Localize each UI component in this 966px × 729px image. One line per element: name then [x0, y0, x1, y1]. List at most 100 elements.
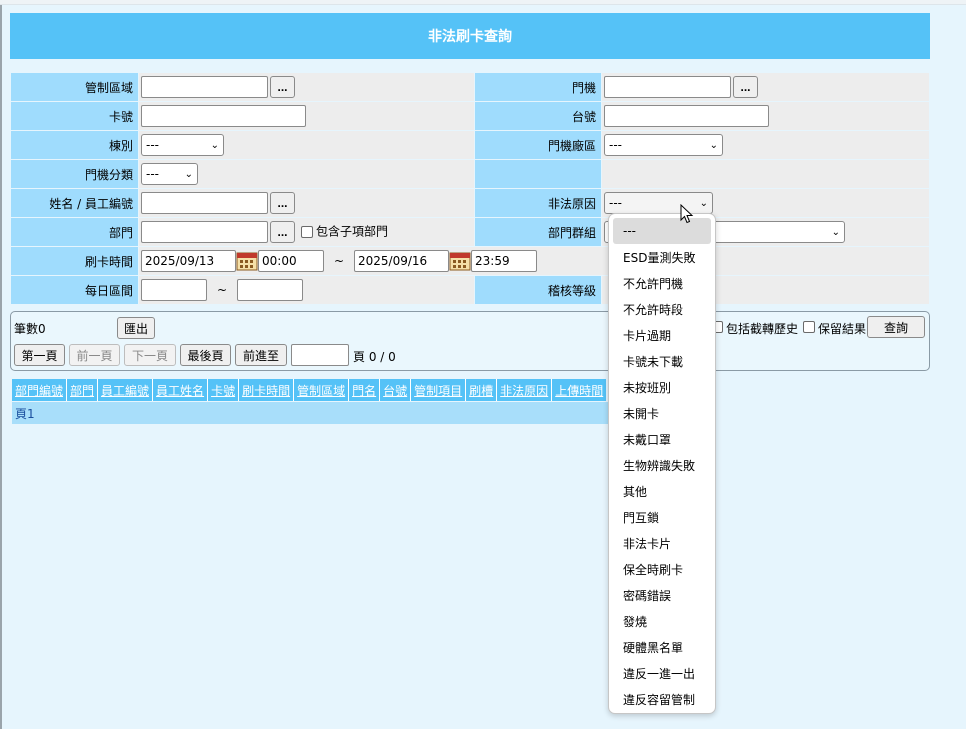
- door-input[interactable]: [604, 76, 731, 98]
- control-area-input[interactable]: [141, 76, 268, 98]
- dropdown-option[interactable]: 保全時刷卡: [613, 556, 711, 582]
- card-no-label: 卡號: [11, 102, 138, 130]
- column-header[interactable]: 非法原因: [497, 379, 552, 401]
- page-info: 頁 0 / 0: [353, 350, 396, 364]
- first-page-button[interactable]: 第一頁: [14, 344, 65, 366]
- reader-no-cell: [602, 102, 929, 130]
- building-select-value: ---: [146, 138, 159, 152]
- swipe-time-label: 刷卡時間: [11, 247, 138, 275]
- dropdown-option[interactable]: 不允許門機: [613, 270, 711, 296]
- name-label: 姓名 / 員工編號: [11, 189, 138, 217]
- include-history-label: 包括截轉歷史: [726, 322, 799, 336]
- dropdown-option[interactable]: 不允許時段: [613, 296, 711, 322]
- column-header[interactable]: 台號: [380, 379, 411, 401]
- dropdown-option[interactable]: 發燒: [613, 608, 711, 634]
- record-count: 筆數0: [14, 322, 46, 336]
- toolbar-panel: 筆數0 匯出 第一頁 前一頁 下一頁 最後頁 前進至 頁 0 / 0 包括截轉歷…: [10, 311, 930, 371]
- column-header[interactable]: 門名: [349, 379, 380, 401]
- page-title: 非法刷卡查詢: [10, 13, 930, 59]
- dropdown-option[interactable]: 卡片過期: [613, 322, 711, 348]
- daily-range-start-input[interactable]: [141, 279, 207, 301]
- range-separator: ~: [216, 283, 228, 297]
- dropdown-option[interactable]: 其他: [613, 478, 711, 504]
- dropdown-option[interactable]: 硬體黑名單: [613, 634, 711, 660]
- query-form: 管制區域 ... 門機 ... 卡號 台號 棟別 --- ⌄ 門機廠區 --- ⌄ …: [10, 72, 930, 305]
- column-header[interactable]: 管制項目: [411, 379, 466, 401]
- door-category-cell: --- ⌄: [139, 160, 474, 188]
- calendar-icon[interactable]: [236, 251, 258, 271]
- end-date-input[interactable]: [354, 250, 449, 272]
- column-header[interactable]: 刷卡時間: [239, 379, 294, 401]
- column-header[interactable]: 部門編號: [12, 379, 67, 401]
- keep-result-label: 保留結果: [818, 322, 867, 336]
- dropdown-option[interactable]: 非法卡片: [613, 530, 711, 556]
- door-area-select-value: ---: [609, 138, 622, 152]
- dropdown-option[interactable]: 未戴口罩: [613, 426, 711, 452]
- dept-label: 部門: [11, 218, 138, 246]
- dropdown-option[interactable]: 違反容留管制: [613, 686, 711, 712]
- range-separator: ~: [333, 254, 345, 268]
- include-sub-dept-checkbox[interactable]: [301, 226, 313, 238]
- reader-no-input[interactable]: [604, 105, 769, 127]
- calendar-icon[interactable]: [449, 251, 471, 271]
- prev-page-button[interactable]: 前一頁: [69, 344, 120, 366]
- empty-cell: [602, 160, 929, 188]
- dropdown-option[interactable]: ESD量測失敗: [613, 244, 711, 270]
- door-picker-button[interactable]: ...: [733, 76, 758, 98]
- grid-page-link[interactable]: 頁1: [15, 405, 35, 422]
- building-select[interactable]: --- ⌄: [141, 134, 224, 156]
- control-area-picker-button[interactable]: ...: [270, 76, 295, 98]
- control-area-cell: ...: [139, 73, 474, 101]
- illegal-reason-label: 非法原因: [475, 189, 601, 217]
- dropdown-option[interactable]: 未按班別: [613, 374, 711, 400]
- next-page-button[interactable]: 下一頁: [124, 344, 176, 366]
- dropdown-option[interactable]: 門互鎖: [613, 504, 711, 530]
- empty-label: [475, 160, 601, 188]
- column-header[interactable]: 員工姓名: [153, 379, 208, 401]
- query-button[interactable]: 查詢: [867, 316, 925, 338]
- daily-range-end-input[interactable]: [237, 279, 303, 301]
- chevron-down-icon: ⌄: [709, 139, 718, 151]
- chevron-down-icon: ⌄: [831, 226, 840, 238]
- column-header[interactable]: 部門: [67, 379, 98, 401]
- daily-range-label: 每日區間: [11, 276, 138, 304]
- keep-result-checkbox[interactable]: [803, 321, 815, 333]
- goto-page-button[interactable]: 前進至: [235, 344, 287, 366]
- swipe-time-cell: ~: [139, 247, 929, 275]
- export-button[interactable]: 匯出: [117, 317, 155, 339]
- end-time-input[interactable]: [471, 250, 537, 272]
- chevron-down-icon: ⌄: [184, 168, 193, 180]
- dropdown-option[interactable]: 違反一進一出: [613, 660, 711, 686]
- goto-page-input[interactable]: [291, 344, 349, 366]
- card-no-input[interactable]: [141, 105, 306, 127]
- door-category-label: 門機分類: [11, 160, 138, 188]
- dept-input[interactable]: [141, 221, 268, 243]
- dropdown-option[interactable]: 生物辨識失敗: [613, 452, 711, 478]
- column-header[interactable]: 卡號: [208, 379, 239, 401]
- dropdown-option[interactable]: ---: [613, 218, 711, 244]
- mouse-cursor-icon: [680, 204, 694, 224]
- column-header[interactable]: 員工編號: [98, 379, 153, 401]
- chevron-down-icon: ⌄: [699, 197, 708, 209]
- column-header[interactable]: 管制區域: [294, 379, 349, 401]
- daily-range-cell: ~: [139, 276, 474, 304]
- illegal-reason-select[interactable]: --- ⌄: [604, 192, 713, 214]
- results-grid-pager: 頁1: [12, 402, 612, 424]
- dept-picker-button[interactable]: ...: [270, 221, 295, 243]
- audit-level-label: 稽核等級: [475, 276, 601, 304]
- name-input[interactable]: [141, 192, 268, 214]
- reader-no-label: 台號: [475, 102, 601, 130]
- last-page-button[interactable]: 最後頁: [180, 344, 231, 366]
- name-picker-button[interactable]: ...: [270, 192, 295, 214]
- dropdown-option[interactable]: 未開卡: [613, 400, 711, 426]
- start-time-input[interactable]: [258, 250, 324, 272]
- control-area-label: 管制區域: [11, 73, 138, 101]
- dept-group-label: 部門群組: [475, 218, 601, 246]
- column-header[interactable]: 上傳時間: [552, 379, 607, 401]
- dropdown-option[interactable]: 密碼錯誤: [613, 582, 711, 608]
- column-header[interactable]: 刷槽: [466, 379, 497, 401]
- door-area-select[interactable]: --- ⌄: [604, 134, 723, 156]
- start-date-input[interactable]: [141, 250, 236, 272]
- dropdown-option[interactable]: 卡號未下載: [613, 348, 711, 374]
- door-category-select[interactable]: --- ⌄: [141, 163, 198, 185]
